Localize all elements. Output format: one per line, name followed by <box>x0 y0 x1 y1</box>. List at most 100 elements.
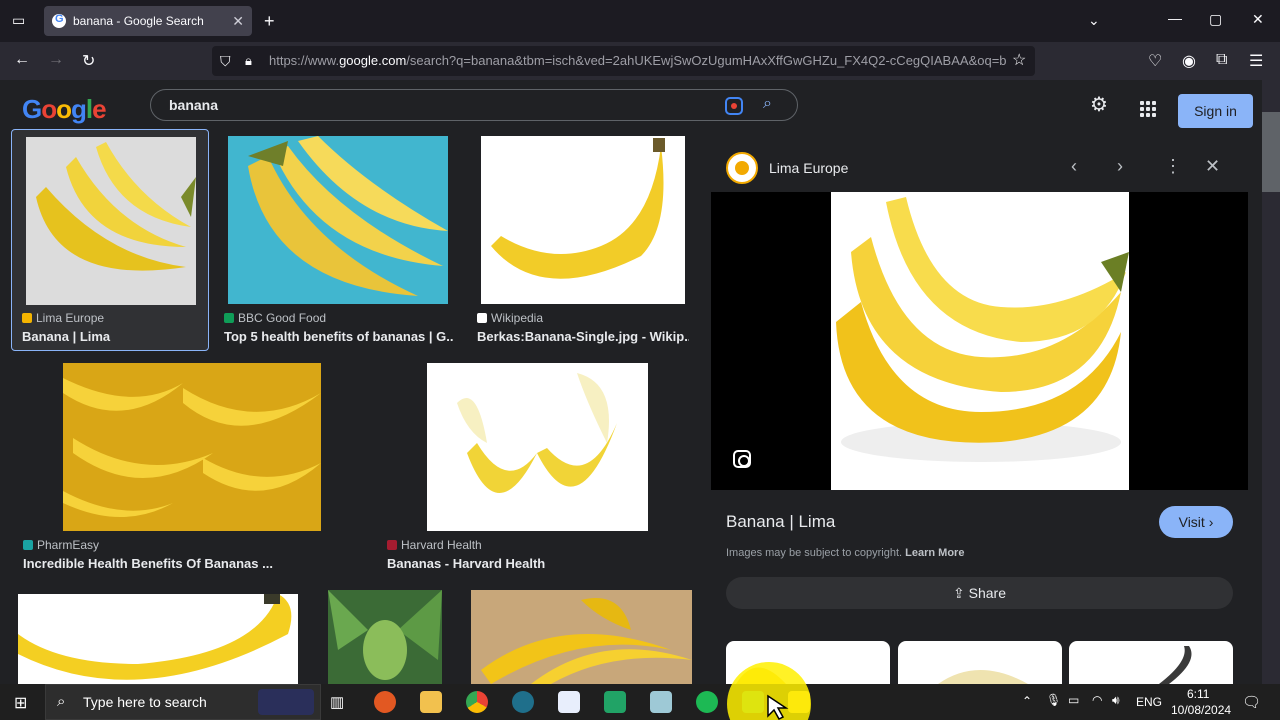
back-icon[interactable]: ← <box>14 51 30 69</box>
logo-letter: e <box>92 94 107 124</box>
minimize-icon[interactable]: — <box>1168 10 1182 26</box>
source-logo-icon <box>726 152 758 184</box>
url-domain: google.com <box>339 53 407 68</box>
google-lens-icon[interactable] <box>725 97 743 115</box>
source-name: Lima Europe <box>36 311 105 325</box>
image-result-card[interactable]: Wikipedia Berkas:Banana-Single.jpg - Wik… <box>474 129 692 351</box>
menu-icon[interactable]: ☰ <box>1249 51 1263 71</box>
notes-app-icon[interactable] <box>650 691 672 713</box>
url-bar[interactable]: ⛉ 🔒︎ https://www.google.com/search?q=ban… <box>212 46 1035 76</box>
search-box: ⌕ <box>150 89 798 121</box>
tab-list-icon[interactable]: ▭ <box>12 12 25 29</box>
banana-image <box>1159 646 1192 684</box>
google-logo[interactable]: Google <box>22 94 107 125</box>
image-result-card[interactable]: BBC Good Food Top 5 health benefits of b… <box>222 129 456 351</box>
chevron-right-icon[interactable]: › <box>1117 156 1123 177</box>
settings-gear-icon[interactable]: ⚙ <box>1090 92 1108 117</box>
result-title: Banana | Lima <box>22 329 111 344</box>
result-source: PharmEasy <box>23 538 99 552</box>
lock-icon[interactable]: 🔒︎ <box>245 46 252 76</box>
banana-image <box>457 373 617 493</box>
new-tab-icon[interactable]: + <box>264 11 275 32</box>
forward-icon[interactable]: → <box>48 51 64 69</box>
preview-image[interactable] <box>831 192 1129 490</box>
more-vert-icon[interactable]: ⋮ <box>1164 156 1182 177</box>
result-source: Lima Europe <box>22 311 104 325</box>
browser-tab[interactable]: banana - Google Search ✕ <box>44 6 252 36</box>
scrollbar-thumb[interactable] <box>1262 112 1280 192</box>
chrome-icon[interactable] <box>466 691 488 713</box>
banana-image <box>481 598 692 684</box>
tab-close-icon[interactable]: ✕ <box>232 13 244 30</box>
related-image[interactable] <box>898 641 1062 684</box>
result-source: BBC Good Food <box>224 311 326 325</box>
task-view-icon[interactable]: ▥ <box>330 693 344 711</box>
source-name: Harvard Health <box>401 538 482 552</box>
search-icon[interactable]: ⌕ <box>763 95 772 113</box>
extensions-icon[interactable]: ⧉ <box>1216 51 1227 69</box>
shield-icon[interactable]: ⛉ <box>220 46 231 76</box>
result-thumbnail[interactable] <box>328 590 442 684</box>
battery-icon[interactable]: ▭ <box>1068 693 1079 707</box>
result-thumbnail[interactable] <box>471 590 692 684</box>
account-icon[interactable]: ◉ <box>1182 51 1196 71</box>
source-favicon-icon <box>23 540 33 550</box>
app-icon[interactable] <box>512 691 534 713</box>
image-result-card[interactable]: Lima Europe Banana | Lima <box>11 129 209 351</box>
window-app-icon[interactable] <box>558 691 580 713</box>
taskbar-search[interactable]: ⌕ Type here to search <box>45 684 321 720</box>
tab-title: banana - Google Search <box>73 14 204 28</box>
window-close-icon[interactable]: ✕ <box>1252 11 1264 28</box>
camtasia-icon[interactable] <box>604 691 626 713</box>
result-source: Harvard Health <box>387 538 482 552</box>
spotify-icon[interactable] <box>696 691 718 713</box>
windows-start-icon[interactable]: ⊞ <box>14 693 27 713</box>
apps-grid-icon[interactable] <box>1140 101 1156 117</box>
lens-search-icon[interactable] <box>733 450 751 468</box>
image-result-card[interactable]: Harvard Health Bananas - Harvard Health <box>384 362 692 578</box>
volume-icon[interactable]: 🔊︎ <box>1112 693 1120 708</box>
result-thumbnail <box>26 137 196 305</box>
mouse-cursor-icon <box>767 694 789 720</box>
sign-in-button[interactable]: Sign in <box>1178 94 1253 128</box>
language-indicator[interactable]: ENG <box>1136 695 1162 709</box>
firefox-icon[interactable] <box>374 691 396 713</box>
image-results-grid: Lima Europe Banana | Lima BBC Good Food … <box>0 128 700 684</box>
microphone-icon[interactable]: 🎙︎ <box>1046 693 1061 707</box>
result-title: Top 5 health benefits of bananas | G... <box>224 329 454 344</box>
wifi-icon[interactable]: ◠ <box>1092 693 1102 707</box>
panel-title[interactable]: Banana | Lima <box>726 512 835 532</box>
search-highlight-icon <box>258 689 314 715</box>
maximize-icon[interactable]: ▢ <box>1209 11 1222 28</box>
banana-image <box>836 197 1129 462</box>
bookmark-star-icon[interactable]: ☆ <box>1012 50 1026 70</box>
result-thumbnail[interactable] <box>18 594 298 684</box>
chevron-left-icon[interactable]: ‹ <box>1071 156 1077 177</box>
visit-label: Visit <box>1178 514 1205 530</box>
chevron-up-icon[interactable]: ⌃ <box>1022 694 1032 708</box>
clock-time[interactable]: 6:11 <box>1187 687 1209 701</box>
clock-date[interactable]: 10/08/2024 <box>1171 703 1231 717</box>
search-input[interactable] <box>169 97 709 113</box>
close-icon[interactable]: ✕ <box>1205 156 1220 177</box>
source-favicon-icon <box>387 540 397 550</box>
windows-taskbar: ⊞ ⌕ Type here to search ▥ ⌃ 🎙︎ ▭ ◠ 🔊︎ EN… <box>0 684 1280 720</box>
learn-more-link[interactable]: Learn More <box>905 547 964 559</box>
related-image[interactable] <box>1069 641 1233 684</box>
file-explorer-icon[interactable] <box>420 691 442 713</box>
share-button[interactable]: ⇪ Share <box>726 577 1233 609</box>
chevron-down-icon[interactable]: ⌄ <box>1088 12 1100 29</box>
google-favicon-icon <box>52 13 66 28</box>
source-name: PharmEasy <box>37 538 100 552</box>
image-result-card[interactable]: PharmEasy Incredible Health Benefits Of … <box>18 362 366 578</box>
url-prefix: https://www. <box>269 53 340 68</box>
banana-image <box>18 594 292 680</box>
share-label: Share <box>968 584 1006 601</box>
pocket-icon[interactable]: ♡ <box>1148 51 1162 71</box>
image-preview-panel: Lima Europe ‹ › ⋮ ✕ Banana | Lima Visit … <box>711 128 1248 684</box>
notifications-icon[interactable]: 🗨︎ <box>1242 693 1261 711</box>
source-name: Wikipedia <box>491 311 544 325</box>
visit-button[interactable]: Visit › <box>1159 506 1233 538</box>
reload-icon[interactable]: ↻ <box>82 51 95 71</box>
panel-source[interactable]: Lima Europe <box>769 160 848 176</box>
